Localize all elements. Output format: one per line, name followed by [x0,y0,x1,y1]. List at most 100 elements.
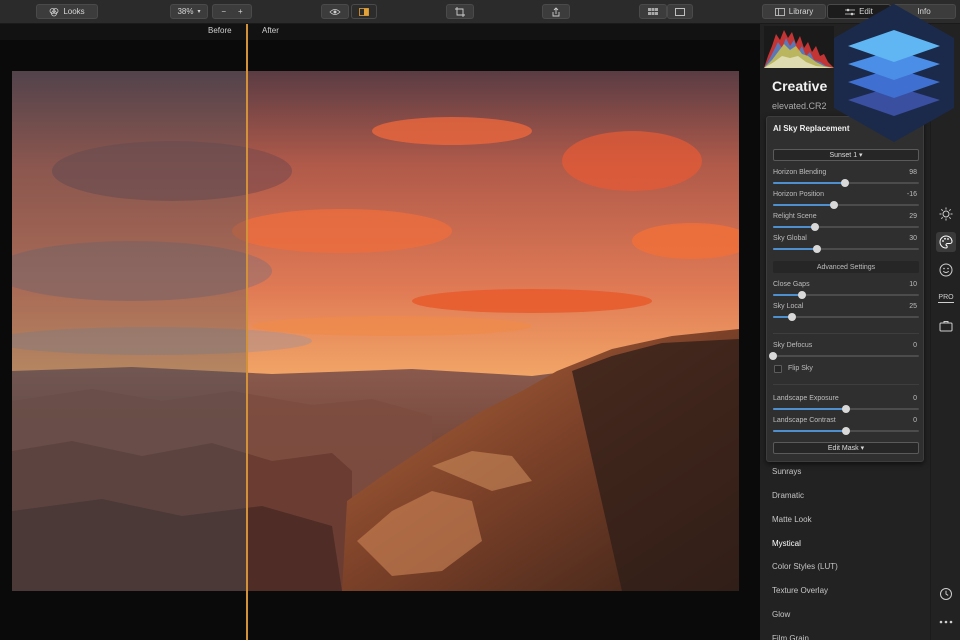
divider [773,333,919,334]
slider-label: Sky Local [773,303,804,310]
slider-value: -16 [906,191,917,198]
top-toolbar: Looks 38% ▾ − + Library Edit Info [0,0,960,24]
slider-knob[interactable] [787,313,796,321]
slider-track[interactable] [773,313,919,321]
share-button[interactable] [542,4,570,19]
pro-icon[interactable]: PRO [936,288,956,308]
slider-label: Landscape Exposure [773,395,839,402]
photo-preview [12,71,739,591]
filter-item[interactable]: Color Styles (LUT) [772,562,838,571]
divider [773,384,919,385]
slider-fill [773,226,816,228]
filter-item[interactable]: Dramatic [772,491,804,500]
eye-icon [329,8,341,16]
slider-track[interactable] [773,223,919,231]
slider-knob[interactable] [811,223,820,231]
slider-track[interactable] [769,352,919,360]
filter-item[interactable]: Glow [772,610,790,619]
sun-icon[interactable] [936,204,956,224]
more-icon[interactable] [936,612,956,632]
slider-fill [773,248,817,250]
slider-track[interactable] [773,291,919,299]
zoom-value: 38% [177,7,194,16]
slider-value: 0 [913,417,917,424]
library-tab[interactable]: Library [762,4,826,19]
slider-label: Landscape Contrast [773,417,836,424]
briefcase-icon[interactable] [936,316,956,336]
slider-label: Close Gaps [773,281,810,288]
flip-sky-checkbox[interactable] [774,365,782,373]
library-label: Library [788,7,814,16]
slider-knob[interactable] [842,405,850,413]
filter-item[interactable]: Mystical [772,539,801,548]
before-side-overlay [12,71,248,591]
slider-track[interactable] [773,201,919,209]
file-name: elevated.CR2 [772,101,827,111]
sky-select-dropdown[interactable]: Sunset 1 ▾ [773,149,919,161]
slider-value: 30 [909,235,917,242]
slider-fill [773,408,846,410]
slider-label: Horizon Position [773,191,824,198]
slider-knob[interactable] [769,352,777,360]
zoom-stepper: − + [212,4,252,19]
compare-button[interactable] [351,4,377,19]
filter-item[interactable]: Matte Look [772,515,812,524]
image-canvas[interactable] [0,40,760,640]
slider-value: 10 [909,281,917,288]
slider-knob[interactable] [830,201,839,209]
filter-item[interactable]: Film Grain [772,634,809,640]
history-icon[interactable] [936,584,956,604]
filter-item[interactable]: Sunrays [772,467,801,476]
crop-button[interactable] [446,4,474,19]
share-icon [551,6,561,17]
slider-value: 0 [913,342,917,349]
app-logo [834,4,954,142]
looks-label: Looks [63,7,85,16]
slider-knob[interactable] [798,291,807,299]
preview-button[interactable] [321,4,349,19]
single-view-icon [675,7,685,16]
chevron-down-icon: ▾ [197,9,201,15]
advanced-settings-button[interactable]: Advanced Settings [773,261,919,273]
face-icon[interactable] [936,260,956,280]
palette-icon[interactable] [936,232,956,252]
after-label: After [262,26,279,35]
crop-icon [455,6,465,17]
slider-value: 98 [909,169,917,176]
filter-item[interactable]: Texture Overlay [772,586,828,595]
slider-label: Horizon Blending [773,169,827,176]
slider-label: Sky Global [773,235,807,242]
histogram [764,26,834,68]
slider-knob[interactable] [812,245,821,253]
before-after-split-handle[interactable] [246,24,248,640]
slider-knob[interactable] [840,179,849,187]
slider-track[interactable] [773,179,919,187]
looks-button[interactable]: Looks [36,4,98,19]
compare-icon [359,7,369,16]
slider-value: 29 [909,213,917,220]
grid-view-button[interactable] [639,4,667,19]
zoom-in-button[interactable]: + [234,7,247,16]
slider-label: Sky Defocus [773,342,813,349]
slider-value: 0 [913,395,917,402]
slider-value: 25 [909,303,917,310]
ai-sky-replacement-panel: AI Sky Replacement Sunset 1 ▾ Advanced S… [766,116,924,462]
slider-track[interactable] [773,245,919,253]
slider-knob[interactable] [842,427,850,435]
compare-header: Before After [0,24,760,40]
looks-icon [49,7,59,17]
zoom-out-button[interactable]: − [217,7,230,16]
slider-track[interactable] [773,405,919,413]
pro-label: PRO [938,293,954,303]
app-window: Looks 38% ▾ − + Library Edit Info Before… [0,0,960,640]
flip-sky-label: Flip Sky [788,365,813,372]
slider-label: Relight Scene [773,213,817,220]
slider-fill [773,182,845,184]
slider-track[interactable] [773,427,919,435]
edit-mask-button[interactable]: Edit Mask ▾ [773,442,919,454]
single-view-button[interactable] [667,4,693,19]
library-icon [774,7,785,16]
zoom-dropdown[interactable]: 38% ▾ [170,4,208,19]
grid-icon [648,7,658,16]
panel-title: Creative [772,78,828,94]
